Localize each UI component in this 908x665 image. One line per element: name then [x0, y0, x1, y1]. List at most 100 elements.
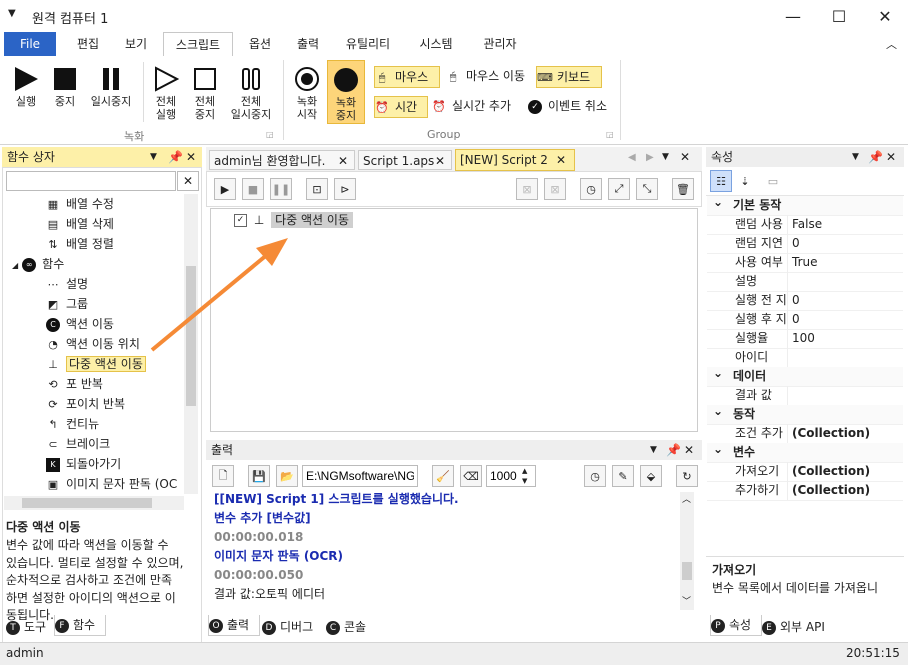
property-row[interactable]: 랜덤 사용 False: [707, 215, 903, 235]
stop-button[interactable]: 중지: [48, 66, 82, 108]
collapse-ribbon-icon[interactable]: ︿: [886, 36, 897, 52]
disabled-remove-icon[interactable]: ⊠: [516, 178, 538, 200]
mouse-toggle[interactable]: 🖱 마우스: [374, 66, 440, 88]
property-value[interactable]: 0: [792, 234, 800, 253]
category-collapse-icon[interactable]: ⌄: [713, 402, 723, 421]
menu-edit[interactable]: 편집: [66, 32, 110, 56]
pin-icon[interactable]: 📌: [168, 147, 183, 167]
system-menu-icon[interactable]: ▼: [8, 8, 16, 19]
output-vscroll[interactable]: ︿ ﹀: [680, 492, 694, 610]
tree-item-action-move-position[interactable]: ◔ 액션 이동 위치: [46, 334, 140, 354]
property-row[interactable]: 실행 전 지 0: [707, 291, 903, 311]
alphabetical-icon[interactable]: ⇣: [734, 170, 756, 192]
output-save-icon[interactable]: 💾: [248, 465, 270, 487]
output-folder-icon[interactable]: 📂: [276, 465, 298, 487]
output-close-icon[interactable]: ✕: [684, 440, 694, 460]
realtime-add-button[interactable]: ⏰ 실시간 추가: [432, 96, 526, 116]
menu-utility[interactable]: 유틸리티: [336, 32, 400, 56]
category-collapse-icon[interactable]: ⌄: [713, 193, 723, 212]
time-toggle[interactable]: ⏰ 시간: [374, 96, 428, 118]
scroll-up-icon[interactable]: ︿: [682, 492, 691, 505]
pause-all-button[interactable]: 전체 일시중지: [226, 66, 276, 121]
run-all-button[interactable]: 전체 실행: [148, 66, 184, 121]
menu-system[interactable]: 시스템: [410, 32, 462, 56]
property-row[interactable]: 실행율 100: [707, 329, 903, 349]
categorized-icon[interactable]: ☷: [710, 170, 732, 192]
function-search-input[interactable]: [6, 171, 176, 191]
tab-list-icon[interactable]: ▼: [662, 152, 669, 162]
tree-item-array-delete[interactable]: ▤ 배열 삭제: [46, 214, 114, 234]
property-row[interactable]: 설명: [707, 272, 903, 292]
output-refresh-icon[interactable]: ↻: [676, 465, 698, 487]
minimize-button[interactable]: —: [770, 0, 816, 32]
expand-icon[interactable]: ⤢: [608, 178, 630, 200]
brush-clean-icon[interactable]: 🧹: [432, 465, 454, 487]
record-group-launcher-icon[interactable]: ◲: [266, 130, 274, 139]
category-collapse-icon[interactable]: ⌄: [713, 364, 723, 383]
menu-file[interactable]: File: [4, 32, 56, 56]
stop-all-button[interactable]: 전체 중지: [188, 66, 222, 121]
script-stop-icon[interactable]: ■: [242, 178, 264, 200]
dropdown-icon[interactable]: ▼: [150, 147, 157, 167]
property-row[interactable]: 랜덤 지연 0: [707, 234, 903, 254]
property-value[interactable]: 100: [792, 329, 815, 348]
property-row[interactable]: 아이디: [707, 348, 903, 368]
output-fill-icon[interactable]: ⬙: [640, 465, 662, 487]
property-category[interactable]: ⌄ 데이터: [707, 364, 903, 387]
property-row[interactable]: 사용 여부 True: [707, 253, 903, 273]
output-path-input[interactable]: [302, 465, 418, 487]
tab-close-icon[interactable]: ✕: [338, 151, 348, 171]
tab-scroll-right-icon[interactable]: ▶: [646, 152, 654, 163]
pause-button[interactable]: 일시중지: [86, 66, 136, 108]
property-value[interactable]: False: [792, 215, 822, 234]
tree-item-foreach-loop[interactable]: ⟳ 포이치 반복: [46, 394, 125, 414]
tab-welcome[interactable]: admin님 환영합니다. ✕: [209, 150, 355, 170]
tree-item-return[interactable]: K 되돌아가기: [46, 454, 121, 474]
timer-icon[interactable]: ◷: [580, 178, 602, 200]
tab-scroll-left-icon[interactable]: ◀: [628, 152, 636, 163]
tree-item-continue[interactable]: ↰ 컨티뉴: [46, 414, 99, 434]
prop-pin-icon[interactable]: 📌: [868, 147, 883, 167]
step-next-icon[interactable]: ⊳: [334, 178, 356, 200]
property-pages-icon[interactable]: ▭: [762, 170, 784, 192]
group-launcher-icon[interactable]: ◲: [606, 130, 614, 139]
tab-close-icon[interactable]: ✕: [556, 150, 566, 170]
record-stop-button[interactable]: 녹화 중지: [327, 60, 365, 124]
tree-item-action-move[interactable]: C 액션 이동: [46, 314, 114, 334]
tree-item-ocr[interactable]: ▣ 이미지 문자 판독 (OC: [46, 474, 186, 494]
output-dropdown-icon[interactable]: ▼: [650, 440, 657, 460]
tree-item-multi-action-move[interactable]: ⊥ 다중 액션 이동: [46, 354, 146, 374]
property-category[interactable]: ⌄ 변수: [707, 442, 903, 463]
prop-dropdown-icon[interactable]: ▼: [852, 147, 859, 167]
record-start-button[interactable]: 녹화 시작: [290, 66, 324, 121]
tab-function[interactable]: F 함수: [54, 615, 106, 636]
tab-script2[interactable]: [NEW] Script 2 ✕: [455, 149, 575, 171]
collapse-arrow-icon[interactable]: ◢: [12, 261, 18, 270]
tree-item-array-sort[interactable]: ⇅ 배열 정렬: [46, 234, 114, 254]
tab-script1[interactable]: Script 1.aps ✕: [358, 150, 452, 170]
tab-debug[interactable]: D 디버그: [262, 617, 313, 637]
function-hscroll-thumb[interactable]: [22, 498, 152, 508]
output-count-input[interactable]: [486, 465, 536, 487]
menu-options[interactable]: 옵션: [238, 32, 282, 56]
property-value[interactable]: True: [792, 253, 818, 272]
tab-external-api[interactable]: E 외부 API: [762, 617, 825, 637]
tab-close-icon[interactable]: ✕: [435, 151, 445, 171]
property-row[interactable]: 추가하기 (Collection): [707, 481, 903, 501]
step-run-icon[interactable]: ⊡: [306, 178, 328, 200]
property-row[interactable]: 실행 후 지 0: [707, 310, 903, 330]
output-pen-icon[interactable]: ✎: [612, 465, 634, 487]
maximize-button[interactable]: ☐: [816, 0, 862, 32]
tab-output[interactable]: O 출력: [208, 615, 260, 636]
output-clock-icon[interactable]: ◷: [584, 465, 606, 487]
tab-console[interactable]: C 콘솔: [326, 617, 366, 637]
property-row[interactable]: 가져오기 (Collection): [707, 462, 903, 482]
delete-icon[interactable]: 🗑: [672, 178, 694, 200]
panel-close-icon[interactable]: ✕: [186, 147, 196, 167]
disabled-remove-all-icon[interactable]: ⊠: [544, 178, 566, 200]
script-pause-icon[interactable]: ❚❚: [270, 178, 292, 200]
property-value[interactable]: (Collection): [792, 481, 870, 500]
close-button[interactable]: ✕: [862, 0, 908, 32]
property-value[interactable]: 0: [792, 291, 800, 310]
property-row[interactable]: 조건 추가 (Collection): [707, 424, 903, 444]
